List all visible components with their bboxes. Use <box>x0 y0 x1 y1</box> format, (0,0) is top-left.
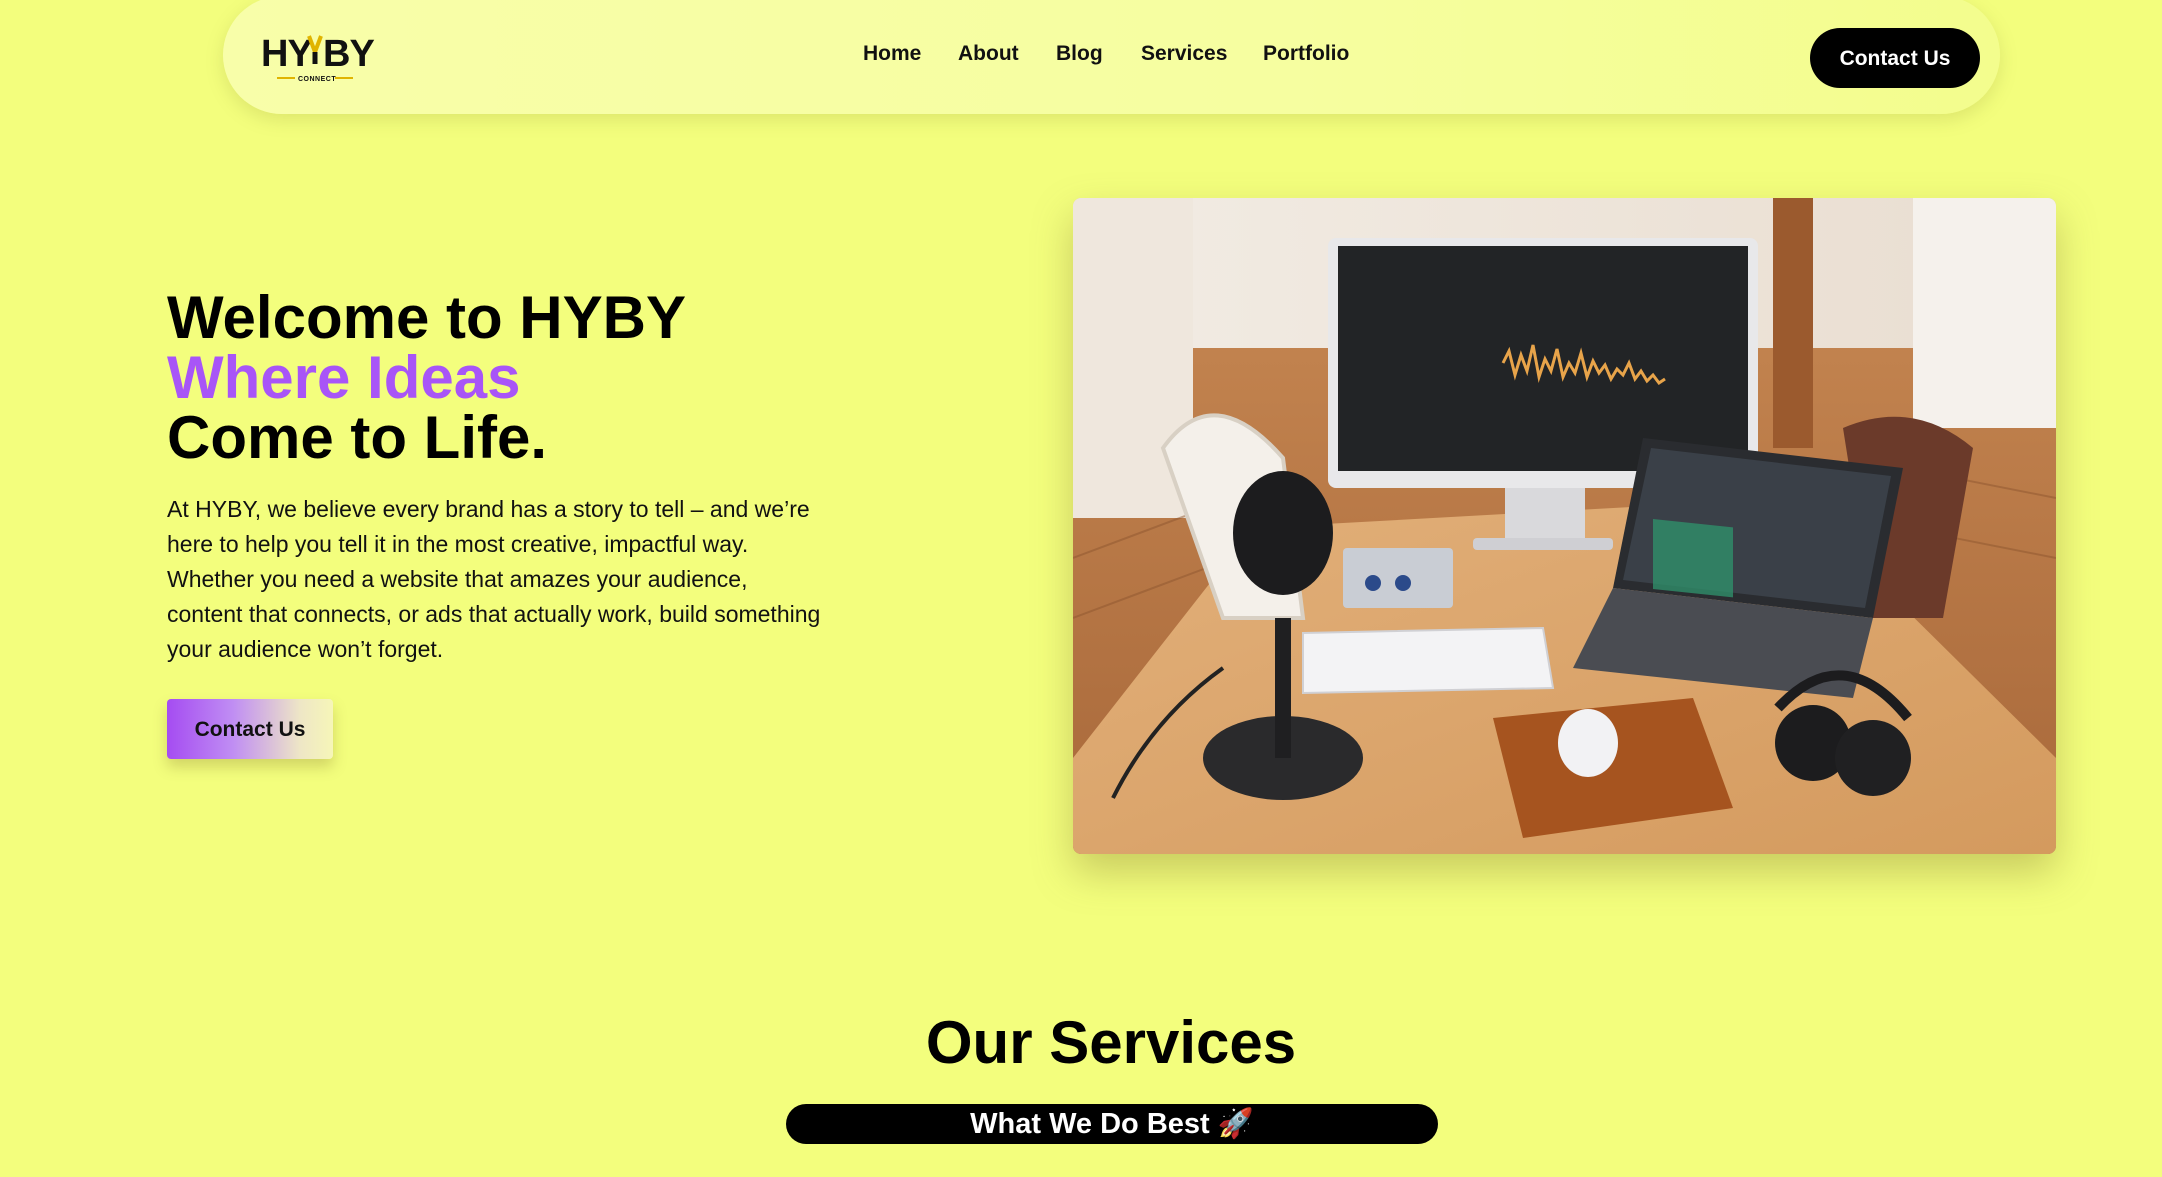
brand-logo[interactable]: HY BY CONNECT <box>261 30 381 86</box>
top-navbar: HY BY CONNECT Home About Blog Services P… <box>223 0 2000 114</box>
hero-description: At HYBY, we believe every brand has a st… <box>167 496 821 662</box>
nav-about[interactable]: About <box>958 40 1019 68</box>
hero-title-line-2: Where Ideas <box>167 344 521 411</box>
services-heading: Our Services <box>925 1009 1297 1076</box>
svg-text:HY: HY <box>261 33 312 75</box>
hero-title-line-1: Welcome to HYBY <box>167 284 686 351</box>
hero-contact-button[interactable]: Contact Us <box>167 699 333 759</box>
nav-services[interactable]: Services <box>1141 40 1227 68</box>
nav-blog[interactable]: Blog <box>1056 40 1103 68</box>
nav-home[interactable]: Home <box>863 40 921 68</box>
nav-contact-button[interactable]: Contact Us <box>1810 28 1980 88</box>
services-subtitle-badge: What We Do Best 🚀 <box>786 1104 1438 1144</box>
hero-title-line-3: Come to Life. <box>167 404 548 471</box>
logo-tagline-text: CONNECT <box>298 76 336 83</box>
hero-heading: Welcome to HYBY Where Ideas Come to Life… <box>167 288 686 468</box>
hyby-logo-icon: HY BY CONNECT <box>261 33 375 83</box>
podcast-studio-photo-icon <box>1073 198 2056 854</box>
hero-image <box>1073 198 2056 854</box>
nav-portfolio[interactable]: Portfolio <box>1263 40 1349 68</box>
svg-text:BY: BY <box>323 33 374 75</box>
